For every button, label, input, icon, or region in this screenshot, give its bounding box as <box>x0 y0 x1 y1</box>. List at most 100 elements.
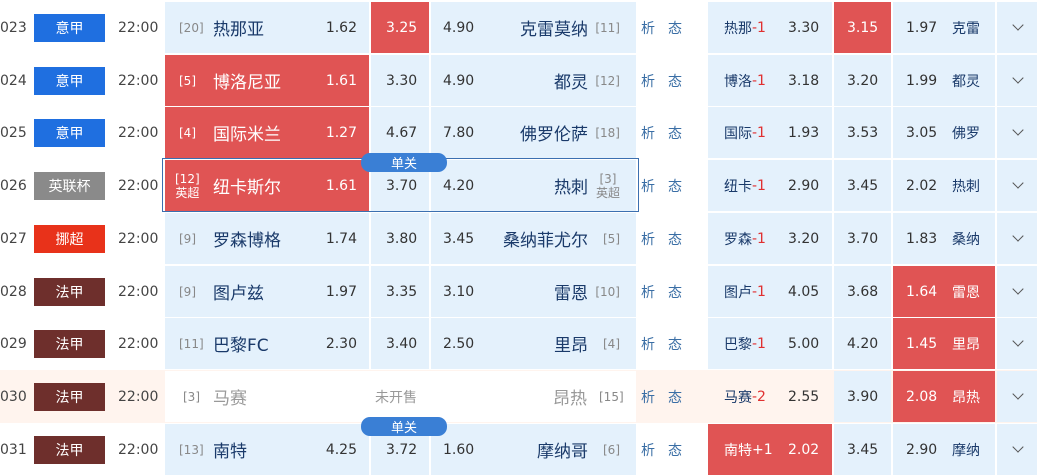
away-win-option[interactable]: 7.80 佛罗伦萨 [18] <box>431 107 636 158</box>
league-badge[interactable]: 英联杯 <box>34 172 105 200</box>
analysis-links: 析态 <box>641 266 682 317</box>
analysis-link[interactable]: 析 <box>641 123 655 143</box>
analysis-links: 析态 <box>641 424 682 475</box>
away-win-option[interactable]: 2.50 里昂 [4] <box>431 318 636 369</box>
form-link[interactable]: 态 <box>668 123 682 143</box>
away-win-odd: 3.10 <box>443 283 475 300</box>
handicap-draw-option[interactable]: 3.45 <box>834 424 891 475</box>
handicap-win-odd: 3.18 <box>788 72 820 89</box>
home-win-option[interactable]: [12] 英超 纽卡斯尔 1.61 <box>165 160 369 211</box>
handicap-lose-option[interactable]: 2.90 摩纳 <box>893 424 995 475</box>
handicap-value: -1 <box>752 72 766 89</box>
handicap-win-option[interactable]: 罗森 -1 3.20 <box>708 213 832 264</box>
analysis-link[interactable]: 析 <box>641 387 655 407</box>
handicap-home-team: 图卢 <box>724 284 752 301</box>
draw-option[interactable]: 3.30 <box>371 55 429 106</box>
draw-odd: 3.25 <box>386 19 418 36</box>
league-badge[interactable]: 挪超 <box>34 225 105 253</box>
home-win-option[interactable]: [20] 热那亚 1.62 <box>165 2 369 53</box>
home-win-odd: 1.61 <box>325 72 357 89</box>
league-badge[interactable]: 意甲 <box>34 67 105 95</box>
analysis-links: 析态 <box>641 213 682 264</box>
handicap-win-option[interactable]: 马赛 -2 2.55 <box>708 371 832 422</box>
handicap-win-option[interactable]: 南特 +1 2.02 <box>708 424 832 475</box>
handicap-draw-option[interactable]: 3.70 <box>834 213 891 264</box>
match-row: 026 英联杯 22:00 [12] 英超 纽卡斯尔 1.61 3.70 4.20 热刺 [3] 英超… <box>0 159 1037 212</box>
home-rank: [4] <box>179 125 196 140</box>
away-win-option[interactable]: 4.90 克雷莫纳 [11] <box>431 2 636 53</box>
handicap-win-option[interactable]: 博洛 -1 3.18 <box>708 55 832 106</box>
analysis-link[interactable]: 析 <box>641 334 655 354</box>
handicap-win-option[interactable]: 热那 -1 3.30 <box>708 2 832 53</box>
form-link[interactable]: 态 <box>668 176 682 196</box>
match-row: 027 挪超 22:00 [9] 罗森博格 1.74 3.80 3.45 桑纳菲尤尔 [5] 析态罗… <box>0 212 1037 265</box>
home-win-option[interactable]: [9] 图卢兹 1.97 <box>165 266 369 317</box>
handicap-win-option[interactable]: 纽卡 -1 2.90 <box>708 160 832 211</box>
handicap-draw-option[interactable]: 3.53 <box>834 107 891 158</box>
match-row: 031 法甲 22:00 [13] 南特 4.25 3.72 1.60 摩纳哥 [6] 析态南特 +1… <box>0 423 1037 476</box>
home-team-name: 热那亚 <box>213 20 264 40</box>
form-link[interactable]: 态 <box>668 18 682 38</box>
away-rank: [3] 英超 <box>596 160 620 211</box>
away-win-option[interactable]: 3.45 桑纳菲尤尔 [5] <box>431 213 636 264</box>
handicap-lose-option[interactable]: 2.08 昂热 <box>893 371 995 422</box>
away-win-option[interactable]: 3.10 雷恩 [10] <box>431 266 636 317</box>
home-win-option[interactable]: [4] 国际米兰 1.27 <box>165 107 369 158</box>
home-win-option[interactable]: [11] 巴黎FC 2.30 <box>165 318 369 369</box>
form-link[interactable]: 态 <box>668 334 682 354</box>
home-win-odd: 4.25 <box>325 441 357 458</box>
handicap-value: -2 <box>752 388 766 405</box>
handicap-away-name: 热刺 <box>952 178 980 195</box>
match-time: 22:00 <box>118 388 159 405</box>
handicap-draw-option[interactable]: 3.45 <box>834 160 891 211</box>
draw-option[interactable]: 4.67 <box>371 107 429 158</box>
draw-option[interactable]: 3.25 <box>371 2 429 53</box>
away-win-option[interactable]: 4.20 热刺 [3] 英超 <box>431 160 636 211</box>
draw-option[interactable]: 3.35 <box>371 266 429 317</box>
handicap-lose-option[interactable]: 1.45 里昂 <box>893 318 995 369</box>
handicap-win-odd: 3.30 <box>788 19 820 36</box>
home-win-option[interactable]: [9] 罗森博格 1.74 <box>165 213 369 264</box>
handicap-lose-option[interactable]: 2.02 热刺 <box>893 160 995 211</box>
handicap-draw-option[interactable]: 3.20 <box>834 55 891 106</box>
league-badge[interactable]: 法甲 <box>34 330 105 358</box>
home-win-option[interactable]: [5] 博洛尼亚 1.61 <box>165 55 369 106</box>
league-badge[interactable]: 法甲 <box>34 436 105 464</box>
handicap-lose-option[interactable]: 1.64 雷恩 <box>893 266 995 317</box>
handicap-draw-option[interactable]: 3.90 <box>834 371 891 422</box>
form-link[interactable]: 态 <box>668 71 682 91</box>
league-badge[interactable]: 意甲 <box>34 14 105 42</box>
away-win-odd: 3.45 <box>443 230 475 247</box>
draw-option[interactable]: 3.80 <box>371 213 429 264</box>
analysis-link[interactable]: 析 <box>641 440 655 460</box>
analysis-link[interactable]: 析 <box>641 18 655 38</box>
handicap-draw-option[interactable]: 3.68 <box>834 266 891 317</box>
handicap-draw-option[interactable]: 4.20 <box>834 318 891 369</box>
analysis-link[interactable]: 析 <box>641 229 655 249</box>
away-win-option[interactable]: 4.90 都灵 [12] <box>431 55 636 106</box>
analysis-link[interactable]: 析 <box>641 71 655 91</box>
away-win-option[interactable]: 1.60 摩纳哥 [6] <box>431 424 636 475</box>
league-badge[interactable]: 法甲 <box>34 383 105 411</box>
form-link[interactable]: 态 <box>668 282 682 302</box>
form-link[interactable]: 态 <box>668 440 682 460</box>
form-link[interactable]: 态 <box>668 387 682 407</box>
league-badge[interactable]: 意甲 <box>34 119 105 147</box>
analysis-link[interactable]: 析 <box>641 176 655 196</box>
home-win-option[interactable]: [13] 南特 4.25 <box>165 424 369 475</box>
handicap-win-option[interactable]: 国际 -1 1.93 <box>708 107 832 158</box>
handicap-win-option[interactable]: 图卢 -1 4.05 <box>708 266 832 317</box>
handicap-lose-option[interactable]: 1.83 桑纳 <box>893 213 995 264</box>
match-row: 025 意甲 22:00 [4] 国际米兰 1.27 4.67 7.80 佛罗伦萨 [18] 析态国… <box>0 106 1037 159</box>
league-badge[interactable]: 法甲 <box>34 278 105 306</box>
handicap-win-option[interactable]: 巴黎 -1 5.00 <box>708 318 832 369</box>
handicap-win-odd: 2.02 <box>788 441 820 458</box>
handicap-lose-option[interactable]: 1.99 都灵 <box>893 55 995 106</box>
draw-option[interactable]: 3.40 <box>371 318 429 369</box>
handicap-draw-option[interactable]: 3.15 <box>834 2 891 53</box>
handicap-lose-option[interactable]: 1.97 克雷 <box>893 2 995 53</box>
form-link[interactable]: 态 <box>668 229 682 249</box>
handicap-lose-option[interactable]: 3.05 佛罗 <box>893 107 995 158</box>
analysis-link[interactable]: 析 <box>641 282 655 302</box>
away-team-name: 雷恩 <box>554 284 588 304</box>
